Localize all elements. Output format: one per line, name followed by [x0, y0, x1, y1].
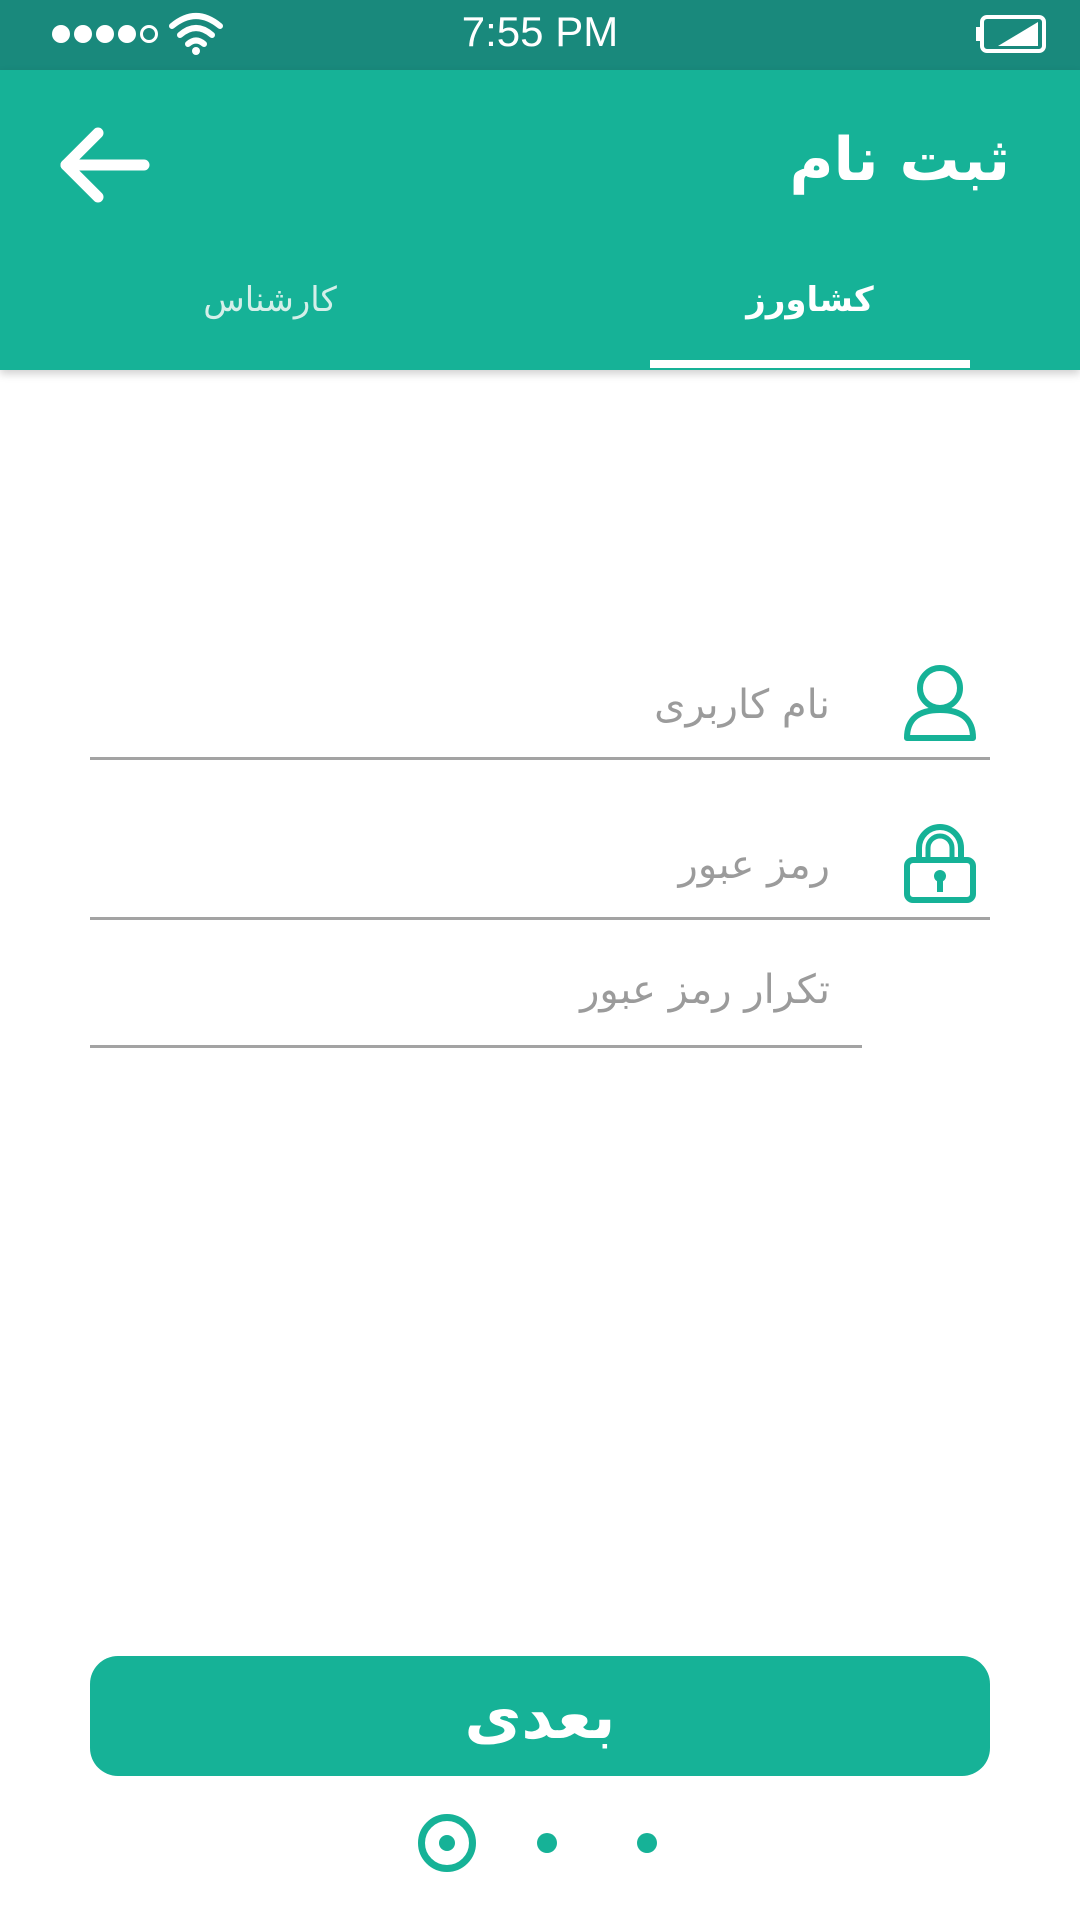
lock-icon: [904, 824, 976, 903]
status-time: 7:55 PM: [461, 8, 619, 55]
app-bar: ثبت نام کشاورز کارشناس: [0, 70, 1080, 370]
back-button[interactable]: [58, 125, 150, 205]
status-bar: 7:55 PM: [0, 0, 1080, 70]
arrow-left-icon: [60, 127, 150, 203]
password-input[interactable]: [120, 830, 830, 900]
battery-icon: [976, 15, 1046, 53]
username-input[interactable]: [120, 670, 830, 740]
tab-expert[interactable]: کارشناس: [110, 280, 430, 320]
page-dot-3[interactable]: [637, 1833, 657, 1853]
user-icon: [904, 665, 976, 741]
password-underline: [90, 917, 990, 920]
page-dot-2[interactable]: [537, 1833, 557, 1853]
page-dot-1[interactable]: [418, 1814, 476, 1872]
next-button[interactable]: بعدی: [90, 1656, 990, 1776]
confirm-password-underline: [90, 1045, 862, 1048]
tab-farmer[interactable]: کشاورز: [650, 280, 970, 320]
confirm-password-input[interactable]: [120, 955, 830, 1025]
page-title: ثبت نام: [789, 125, 1010, 195]
active-tab-indicator: [650, 360, 970, 368]
username-underline: [90, 757, 990, 760]
